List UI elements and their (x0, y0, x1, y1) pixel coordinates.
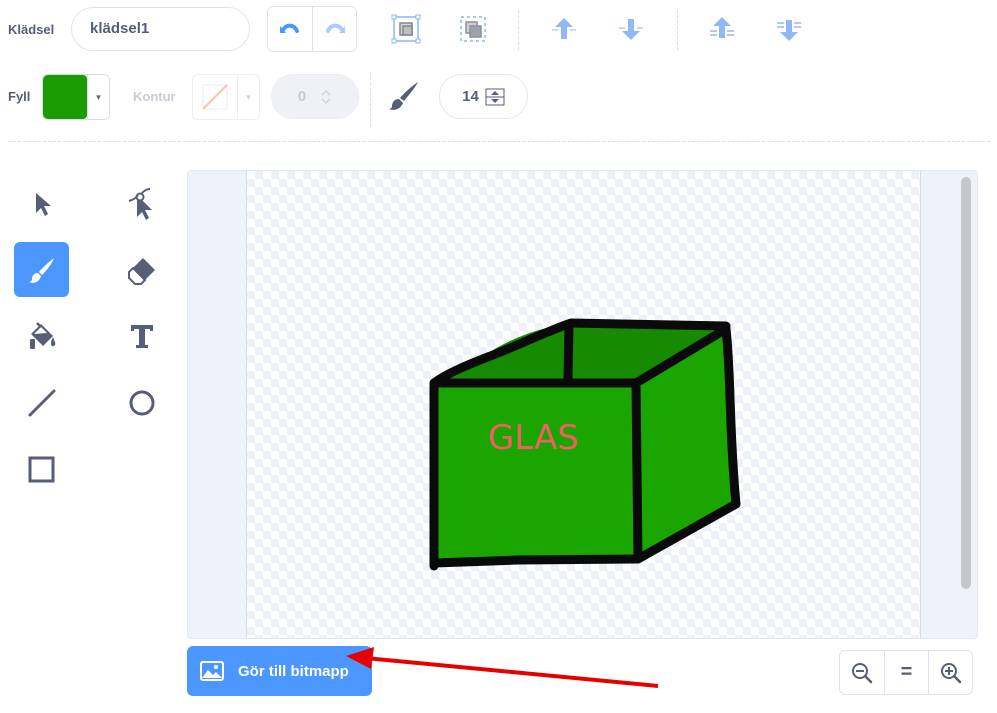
reshape-tool[interactable] (114, 176, 169, 231)
undo-icon (280, 23, 299, 33)
convert-to-bitmap-label: Gör till bitmapp (238, 662, 349, 680)
brush-size-value: 14 (462, 88, 479, 105)
text-t-icon (130, 324, 153, 348)
brush-icon (389, 82, 418, 110)
toolbar-divider-3 (370, 72, 371, 127)
outline-swatch[interactable] (193, 75, 237, 119)
image-icon (200, 661, 224, 681)
line-icon (28, 389, 55, 416)
brush-size-stepper-icon[interactable] (485, 88, 505, 106)
no-color-icon (202, 84, 228, 110)
toolbar-divider-2 (677, 10, 678, 50)
brush-tool[interactable] (14, 242, 69, 297)
toolbar-separator (8, 141, 990, 142)
circle-icon (129, 390, 154, 415)
stepper-icon (321, 89, 331, 104)
brush-size-icon-wrap (384, 76, 424, 116)
fill-color-picker[interactable]: ▾ (42, 74, 110, 120)
group-button[interactable] (386, 9, 426, 49)
front-button[interactable] (702, 9, 742, 49)
outline-color-picker[interactable]: ▾ (192, 74, 260, 120)
eraser-icon (127, 257, 155, 285)
move-to-back-icon (777, 20, 801, 41)
fill-tool[interactable] (14, 308, 69, 363)
drawing-canvas[interactable]: GLAS (187, 170, 978, 639)
square-icon (28, 456, 54, 482)
paint-bucket-icon (29, 321, 55, 349)
back-button[interactable] (769, 9, 809, 49)
select-tool[interactable] (14, 176, 69, 231)
move-to-front-icon (710, 17, 734, 38)
text-tool[interactable] (114, 308, 169, 363)
convert-to-bitmap-button[interactable]: Gör till bitmapp (187, 646, 372, 696)
zoom-controls: = (839, 650, 973, 695)
outline-label: Kontur (133, 89, 176, 104)
box-drawing: GLAS (429, 318, 741, 571)
costume-label: Klädsel (8, 22, 55, 37)
circle-tool[interactable] (114, 375, 169, 430)
line-tool[interactable] (14, 375, 69, 430)
rectangle-tool[interactable] (14, 442, 69, 497)
zoom-out-icon (852, 662, 873, 683)
undo-button[interactable] (268, 7, 312, 51)
toolbar-divider (518, 10, 519, 50)
redo-icon (325, 23, 345, 33)
eraser-tool[interactable] (114, 242, 169, 297)
backward-button[interactable] (611, 9, 651, 49)
redo-button[interactable] (312, 7, 356, 51)
zoom-out-button[interactable] (840, 651, 884, 694)
zoom-in-button[interactable] (928, 651, 972, 694)
fill-swatch[interactable] (43, 75, 87, 119)
glas-label: GLAS (488, 418, 579, 458)
vertical-scrollbar[interactable] (961, 177, 971, 589)
zoom-in-icon (940, 662, 961, 683)
fill-dropdown-arrow[interactable]: ▾ (87, 75, 109, 119)
forward-button[interactable] (544, 9, 584, 49)
undo-redo-group (267, 6, 357, 52)
move-backward-icon (619, 19, 643, 40)
paintbrush-icon (28, 257, 54, 283)
zoom-reset-label: = (900, 661, 913, 683)
ungroup-button[interactable] (453, 9, 493, 49)
reshape-icon (128, 187, 152, 220)
outline-width-value: 0 (297, 88, 307, 105)
costume-name-input[interactable]: klädsel1 (71, 7, 250, 51)
ungroup-icon (460, 16, 486, 42)
outline-dropdown-arrow[interactable]: ▾ (237, 75, 259, 119)
brush-size-input[interactable]: 14 (439, 74, 528, 119)
outline-width-input[interactable]: 0 (271, 74, 359, 119)
fill-label: Fyll (8, 89, 31, 104)
group-icon (391, 14, 421, 44)
arrow-pointer-icon (35, 192, 51, 216)
zoom-reset-button[interactable]: = (884, 651, 928, 694)
move-forward-icon (552, 18, 576, 39)
